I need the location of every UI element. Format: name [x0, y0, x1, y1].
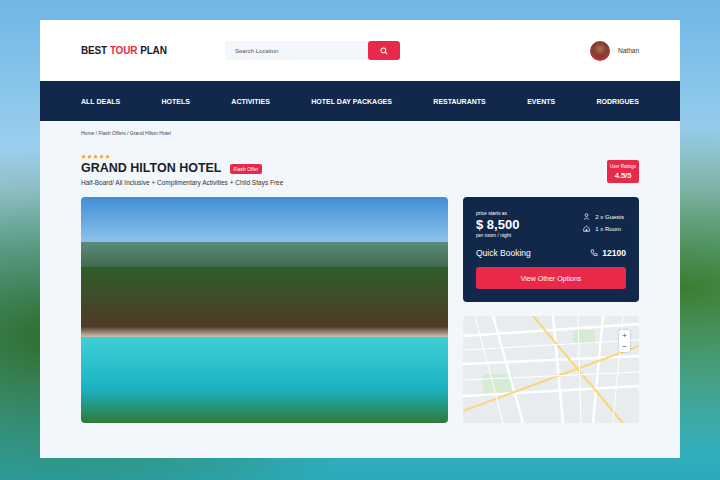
content: Home / Flash Offers / Grand Hilton Hotel…: [40, 121, 680, 458]
page: BESTTOURPLAN Nathan ALL DEALS HOTELS ACTIVIT…: [0, 0, 720, 480]
title-row: GRAND HILTON HOTEL Flash Offer Half-Board/…: [81, 154, 639, 187]
quick-booking-title: Quick Booking: [476, 248, 531, 258]
map-streets: [463, 316, 639, 423]
zoom-controls: +−: [619, 330, 630, 352]
user-name: Nathan: [618, 47, 639, 54]
guests: 2 x Guests: [583, 213, 624, 220]
star-rating: [81, 154, 283, 160]
flash-offer-badge: Flash Offer: [230, 164, 263, 174]
home-icon: [583, 225, 590, 232]
nav-item[interactable]: HOTEL DAY PACKAGES: [311, 98, 392, 105]
avatar: [590, 41, 610, 61]
user-menu[interactable]: Nathan: [590, 41, 639, 61]
location-map[interactable]: +−: [463, 316, 639, 423]
star-icon: [87, 154, 92, 159]
star-icon: [81, 154, 86, 159]
price-label: price starts as: [476, 210, 519, 217]
star-icon: [105, 154, 110, 159]
search-button[interactable]: [368, 41, 400, 60]
nav-bar: ALL DEALS HOTELS ACTIVITIES HOTEL DAY PACKA…: [40, 81, 680, 121]
star-icon: [99, 154, 104, 159]
logo[interactable]: BESTTOURPLAN: [81, 45, 225, 56]
rooms: 1 x Room: [583, 225, 624, 232]
star-icon: [93, 154, 98, 159]
price-unit: per room / night: [476, 232, 519, 239]
hotel-details: price starts as$ 8,500per room / night 2 …: [81, 197, 639, 423]
nav-item[interactable]: ALL DEALS: [81, 98, 120, 105]
search-input[interactable]: [225, 41, 368, 60]
nav-item[interactable]: ACTIVITIES: [231, 98, 270, 105]
nav-item[interactable]: EVENTS: [527, 98, 555, 105]
main-card: BESTTOURPLAN Nathan ALL DEALS HOTELS ACTIVIT…: [40, 20, 680, 458]
booking-card: price starts as$ 8,500per room / night 2 …: [463, 197, 639, 302]
breadcrumb[interactable]: Home / Flash Offers / Grand Hilton Hotel: [81, 129, 639, 137]
zoom-in-button[interactable]: +: [619, 330, 630, 341]
search-bar: [225, 41, 400, 60]
price: $ 8,500: [476, 217, 519, 232]
user-rating-badge: User Ratings4.5/5: [607, 160, 639, 183]
person-icon: [583, 213, 590, 220]
hotel-photo[interactable]: [81, 197, 448, 423]
phone-number[interactable]: 12100: [590, 248, 626, 258]
hotel-subtitle: Half-Board/ All Inclusive + Complimentar…: [81, 178, 283, 187]
hotel-name: GRAND HILTON HOTEL: [81, 161, 222, 176]
view-options-button[interactable]: View Other Options: [476, 267, 626, 289]
nav-item[interactable]: RESTAURANTS: [433, 98, 485, 105]
search-icon: [380, 47, 388, 55]
nav-item[interactable]: HOTELS: [162, 98, 190, 105]
phone-icon: [590, 249, 598, 257]
header: BESTTOURPLAN Nathan: [40, 20, 680, 81]
nav-item[interactable]: RODRIGUES: [597, 98, 639, 105]
zoom-out-button[interactable]: −: [619, 341, 630, 352]
